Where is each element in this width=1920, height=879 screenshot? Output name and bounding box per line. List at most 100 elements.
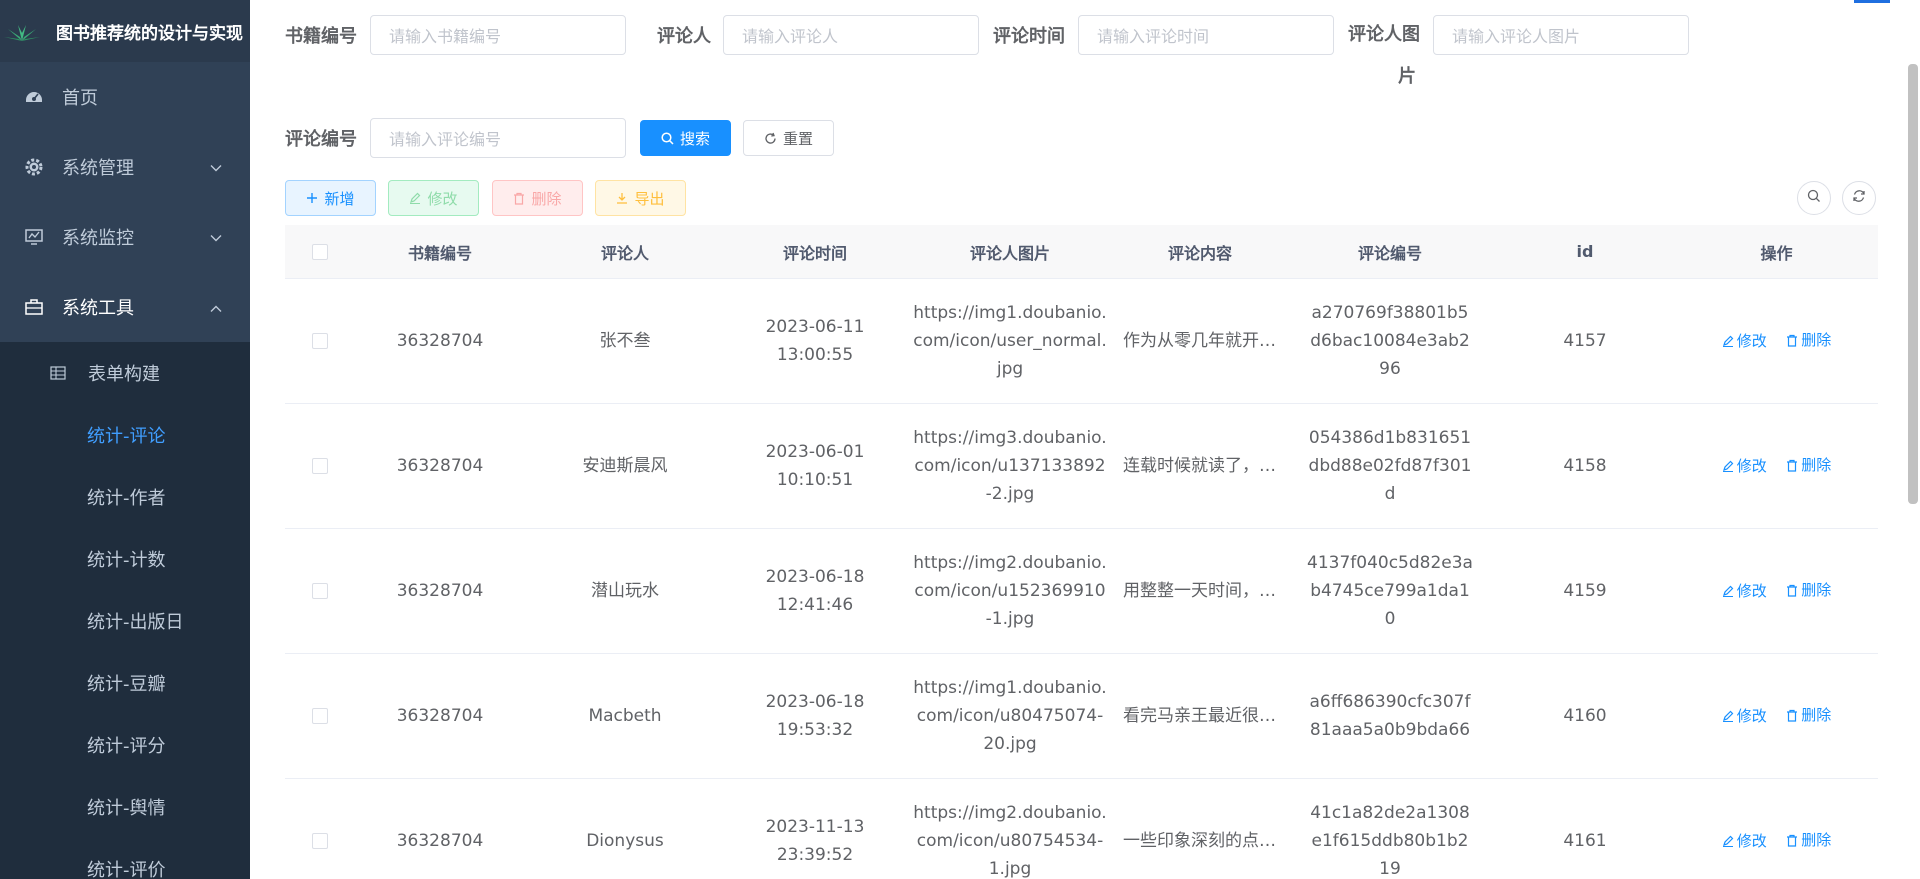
row-edit-link[interactable]: 修改 bbox=[1722, 702, 1767, 730]
sub-item-stat-douban[interactable]: 统计-豆瓣 bbox=[0, 652, 250, 714]
edit-icon bbox=[1722, 710, 1734, 722]
header-review-code[interactable]: 评论编号 bbox=[1285, 240, 1495, 264]
submenu-system-tools: 表单构建 统计-评论 统计-作者 统计-计数 统计-出版日 统计-豆瓣 统计-评… bbox=[0, 342, 250, 879]
header-book-id[interactable]: 书籍编号 bbox=[355, 240, 525, 264]
trash-icon bbox=[1787, 334, 1798, 347]
sub-item-stat-review[interactable]: 统计-评价 bbox=[0, 838, 250, 879]
logo-area[interactable]: 图书推荐统的设计与实现 bbox=[0, 0, 250, 62]
menu-item-system-monitor[interactable]: 系统监控 bbox=[0, 202, 250, 272]
table-row[interactable]: 36328704 张不叁 2023-06-11 13:00:55 https:/… bbox=[285, 279, 1878, 404]
add-button[interactable]: 新增 bbox=[285, 180, 376, 216]
review-time-input[interactable]: 请输入评论时间 bbox=[1078, 15, 1334, 55]
refresh-icon bbox=[764, 132, 777, 145]
sub-item-stat-pubdate[interactable]: 统计-出版日 bbox=[0, 590, 250, 652]
review-code-label: 评论编号 bbox=[285, 129, 357, 150]
sub-item-stat-comment[interactable]: 统计-评论 bbox=[0, 404, 250, 466]
reviewer-image-input[interactable]: 请输入评论人图片 bbox=[1433, 15, 1689, 55]
header-reviewer-image[interactable]: 评论人图片 bbox=[905, 240, 1115, 264]
toolbox-icon bbox=[24, 297, 44, 317]
cell-reviewer: Macbeth bbox=[588, 706, 662, 726]
table-row[interactable]: 36328704 Macbeth 2023-06-18 19:53:32 htt… bbox=[285, 654, 1878, 779]
export-button-label: 导出 bbox=[634, 189, 665, 208]
table-row[interactable]: 36328704 Dionysus 2023-11-13 23:39:52 ht… bbox=[285, 779, 1878, 879]
select-all-checkbox[interactable] bbox=[312, 243, 328, 260]
cell-reviewer: 潜山玩水 bbox=[591, 581, 659, 601]
logo-icon bbox=[4, 19, 40, 43]
row-edit-link[interactable]: 修改 bbox=[1722, 827, 1767, 855]
review-code-input[interactable]: 请输入评论编号 bbox=[370, 118, 626, 158]
chevron-up-icon bbox=[210, 297, 222, 318]
edit-button[interactable]: 修改 bbox=[388, 180, 479, 216]
sub-item-stat-count[interactable]: 统计-计数 bbox=[0, 528, 250, 590]
row-checkbox[interactable] bbox=[312, 708, 328, 724]
sub-item-stat-author[interactable]: 统计-作者 bbox=[0, 466, 250, 528]
cell-reviewer-image: https://img3.doubanio.com/icon/u13713389… bbox=[913, 428, 1107, 504]
reset-button[interactable]: 重置 bbox=[743, 120, 834, 156]
cell-review-code: 054386d1b831651dbd88e02fd87f301d bbox=[1308, 428, 1472, 504]
sub-item-label: 统计-作者 bbox=[87, 488, 166, 509]
cell-review-time: 2023-06-18 12:41:46 bbox=[765, 567, 865, 615]
row-checkbox[interactable] bbox=[312, 333, 328, 349]
cell-operations: 修改 删除 bbox=[1675, 451, 1878, 481]
sub-item-stat-sentiment[interactable]: 统计-舆情 bbox=[0, 776, 250, 838]
table-row[interactable]: 36328704 潜山玩水 2023-06-18 12:41:46 https:… bbox=[285, 529, 1878, 654]
row-checkbox[interactable] bbox=[312, 458, 328, 474]
book-id-placeholder: 请输入书籍编号 bbox=[389, 27, 502, 46]
search-button-label: 搜索 bbox=[679, 129, 710, 148]
row-edit-link[interactable]: 修改 bbox=[1722, 577, 1767, 605]
header-checkbox-cell bbox=[285, 243, 355, 260]
row-delete-label: 删除 bbox=[1801, 706, 1832, 725]
row-delete-link[interactable]: 删除 bbox=[1786, 701, 1831, 729]
toggle-search-button[interactable] bbox=[1797, 181, 1831, 215]
sub-item-form-build[interactable]: 表单构建 bbox=[0, 342, 250, 404]
row-checkbox[interactable] bbox=[312, 583, 328, 599]
book-id-input[interactable]: 请输入书籍编号 bbox=[370, 15, 626, 55]
table-row[interactable]: 36328704 安迪斯晨风 2023-06-01 10:10:51 https… bbox=[285, 404, 1878, 529]
row-delete-label: 删除 bbox=[1801, 831, 1832, 850]
delete-button[interactable]: 删除 bbox=[492, 180, 583, 216]
refresh-button[interactable] bbox=[1842, 181, 1876, 215]
menu-item-system-manage[interactable]: 系统管理 bbox=[0, 132, 250, 202]
header-reviewer[interactable]: 评论人 bbox=[525, 240, 725, 264]
add-button-label: 新增 bbox=[324, 189, 355, 208]
search-button[interactable]: 搜索 bbox=[640, 120, 731, 156]
cell-reviewer: Dionysus bbox=[586, 831, 664, 851]
sub-item-label: 统计-评论 bbox=[87, 426, 166, 447]
table-icon bbox=[48, 363, 68, 383]
row-delete-link[interactable]: 删除 bbox=[1786, 451, 1831, 479]
row-delete-link[interactable]: 删除 bbox=[1786, 576, 1831, 604]
row-delete-link[interactable]: 删除 bbox=[1786, 326, 1831, 354]
reviewer-input[interactable]: 请输入评论人 bbox=[723, 15, 979, 55]
menu-item-system-tools[interactable]: 系统工具 bbox=[0, 272, 250, 342]
header-id[interactable]: id bbox=[1495, 242, 1675, 261]
row-edit-link[interactable]: 修改 bbox=[1722, 327, 1767, 355]
row-checkbox[interactable] bbox=[312, 833, 328, 849]
reset-button-label: 重置 bbox=[782, 129, 813, 148]
header-review-time[interactable]: 评论时间 bbox=[725, 240, 905, 264]
sub-item-label: 统计-计数 bbox=[87, 550, 166, 571]
header-review-content[interactable]: 评论内容 bbox=[1115, 240, 1285, 264]
trash-icon bbox=[513, 192, 525, 205]
chevron-down-icon bbox=[210, 157, 222, 178]
menu-label: 系统管理 bbox=[62, 158, 134, 179]
row-edit-link[interactable]: 修改 bbox=[1722, 452, 1767, 480]
cell-review-time: 2023-06-11 13:00:55 bbox=[765, 317, 865, 365]
cell-review-content: 作为从零几年就开始追更的书迷 bbox=[1123, 331, 1285, 351]
menu-label: 首页 bbox=[62, 88, 98, 109]
edit-icon bbox=[1722, 335, 1734, 347]
scrollbar-thumb[interactable] bbox=[1908, 64, 1918, 504]
row-checkbox-cell bbox=[285, 708, 355, 724]
edit-icon bbox=[1722, 585, 1734, 597]
row-checkbox-cell bbox=[285, 458, 355, 474]
cell-book-id: 36328704 bbox=[396, 581, 484, 601]
cell-reviewer-image: https://img2.doubanio.com/icon/u15236991… bbox=[913, 553, 1107, 629]
row-edit-label: 修改 bbox=[1736, 706, 1767, 725]
reviewer-image-label: 评论人图 bbox=[1348, 24, 1420, 45]
row-delete-link[interactable]: 删除 bbox=[1786, 826, 1831, 854]
menu-item-home[interactable]: 首页 bbox=[0, 62, 250, 132]
cell-id: 4161 bbox=[1563, 831, 1607, 851]
sub-item-stat-rating[interactable]: 统计-评分 bbox=[0, 714, 250, 776]
table-header: 书籍编号 评论人 评论时间 评论人图片 评论内容 评论编号 id 操作 bbox=[285, 225, 1878, 279]
export-button[interactable]: 导出 bbox=[595, 180, 686, 216]
cell-review-time: 2023-06-01 10:10:51 bbox=[765, 442, 865, 490]
